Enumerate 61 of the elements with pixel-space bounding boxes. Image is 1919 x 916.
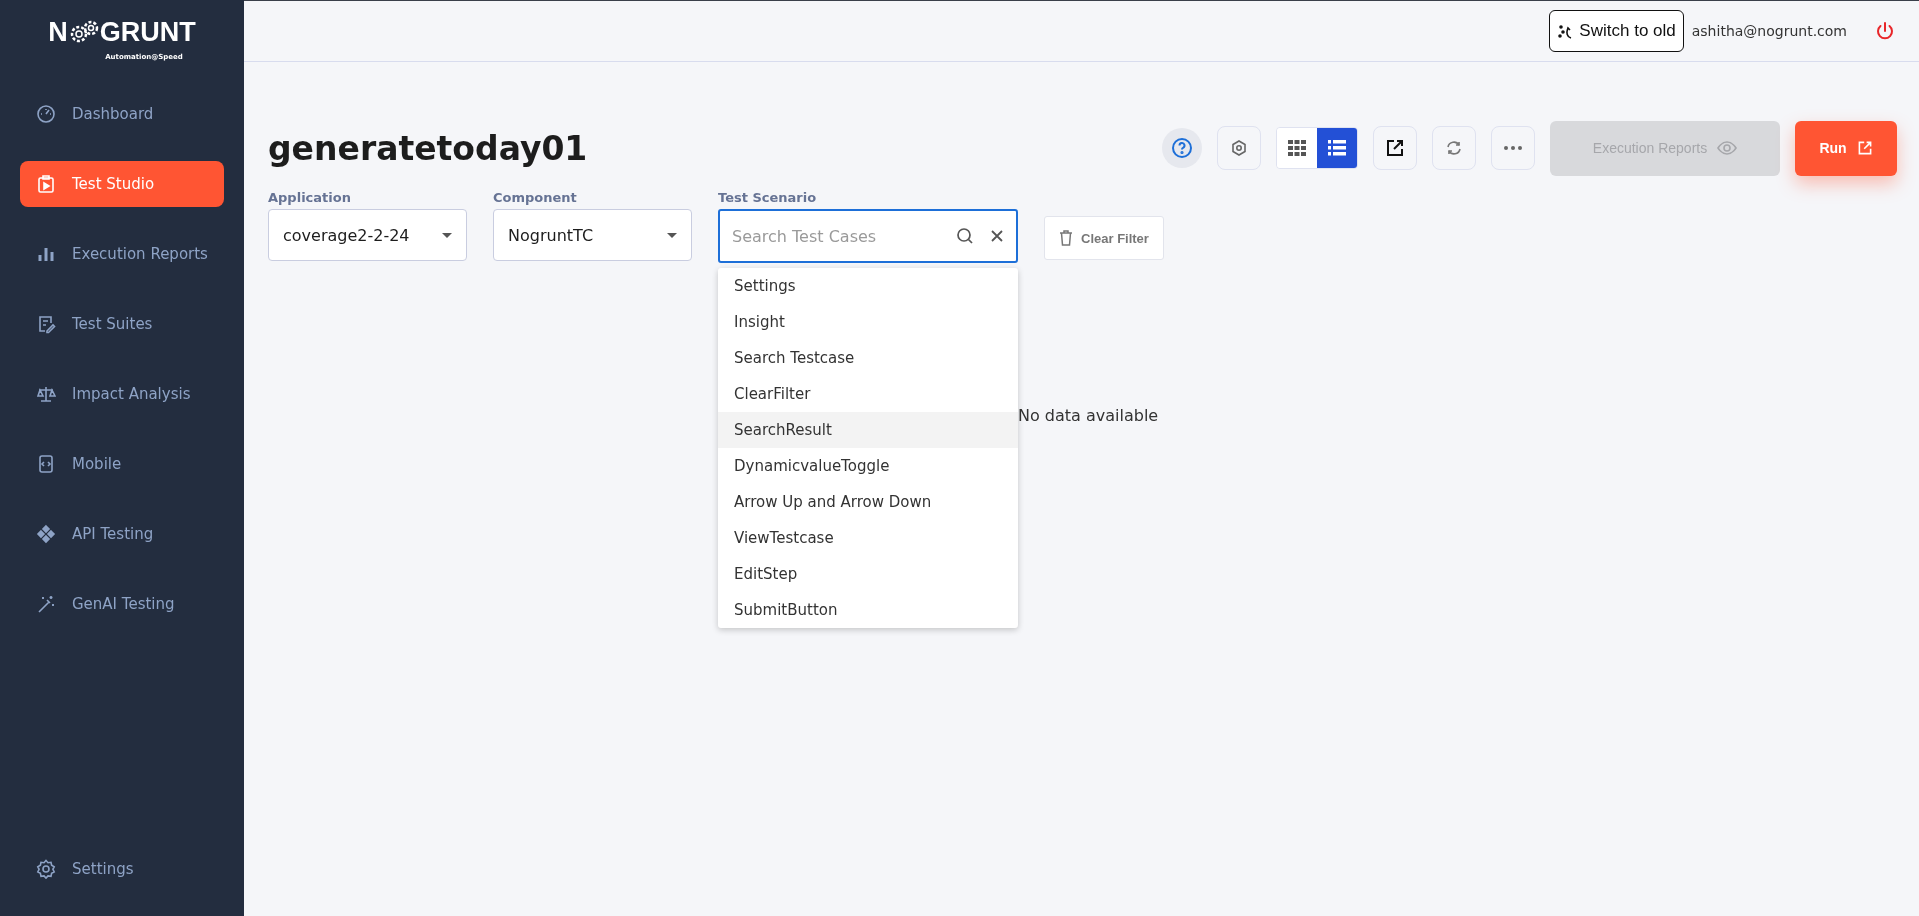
dropdown-option[interactable]: SearchResult (718, 412, 1018, 448)
dropdown-option[interactable]: DynamicvalueToggle (718, 448, 1018, 484)
gears-icon (68, 19, 99, 44)
field-label: Test Scenario (718, 190, 818, 205)
refresh-icon (1445, 139, 1463, 157)
grid-view-button[interactable] (1277, 128, 1317, 168)
api-icon (36, 524, 56, 544)
eye-icon (1717, 141, 1738, 155)
dropdown-option[interactable]: Arrow Up and Arrow Down (718, 484, 1018, 520)
sidebar-item[interactable]: API Testing (20, 511, 224, 557)
refresh-button[interactable] (1432, 126, 1476, 170)
caret-icon (667, 232, 677, 238)
search-field[interactable]: Search Test Cases (718, 209, 1018, 263)
sidebar-item[interactable]: GenAI Testing (20, 581, 224, 627)
grid-icon (1288, 140, 1306, 156)
user-email: ashitha@nogrunt.com (1691, 23, 1847, 39)
dropdown-option[interactable]: ViewTestcase (718, 520, 1018, 556)
caret-icon (442, 232, 452, 238)
list-view-button[interactable] (1317, 128, 1357, 168)
sidebar-item[interactable]: Impact Analysis (20, 371, 224, 417)
list-icon (1328, 140, 1346, 156)
more-icon (1504, 146, 1522, 150)
dropdown-option[interactable]: ClearFilter (718, 376, 1018, 412)
help-icon (1171, 137, 1193, 159)
help-button[interactable] (1162, 128, 1202, 168)
dropdown-option[interactable]: Settings (718, 268, 1018, 304)
search-icon[interactable] (956, 227, 974, 245)
logo-text: GRUNT (99, 16, 196, 47)
trash-icon (1059, 230, 1073, 246)
hexagon-icon (1230, 139, 1248, 157)
clear-filter-button[interactable]: Clear Filter (1044, 216, 1164, 260)
clipboard-icon (36, 174, 56, 194)
settings-button[interactable] (1217, 126, 1261, 170)
wand-icon (36, 594, 56, 614)
sidebar-item[interactable]: Execution Reports (20, 231, 224, 277)
power-icon[interactable] (1875, 21, 1895, 41)
field-label: Component (493, 190, 578, 205)
dropdown-option[interactable]: SubmitButton (718, 592, 1018, 628)
external-link-icon (1856, 140, 1873, 156)
edit-icon (36, 314, 56, 334)
dropdown-option[interactable]: EditStep (718, 556, 1018, 592)
sidebar-item[interactable]: Dashboard (20, 91, 224, 137)
switch-to-old-button[interactable]: Switch to old (1549, 10, 1684, 52)
open-external-button[interactable] (1373, 126, 1417, 170)
sidebar-item[interactable]: Settings (20, 846, 224, 892)
close-icon[interactable] (990, 229, 1004, 243)
dropdown-option[interactable]: Insight (718, 304, 1018, 340)
empty-message: No data available (1018, 406, 1159, 425)
sidebar-item[interactable]: Test Suites (20, 301, 224, 347)
external-link-icon (1385, 138, 1405, 158)
field-label: Application (268, 190, 352, 205)
dropdown-option[interactable]: Search Testcase (718, 340, 1018, 376)
gauge-icon (36, 104, 56, 124)
settings-icon (36, 859, 56, 879)
logo-text: N (48, 16, 68, 47)
application-select[interactable]: coverage2-2-24 (268, 209, 467, 261)
scale-icon (36, 384, 56, 404)
page-title: generatetoday01 (268, 128, 588, 168)
mobile-icon (36, 454, 56, 474)
sidebar-item[interactable]: Mobile (20, 441, 224, 487)
component-select[interactable]: NogruntTC (493, 209, 692, 261)
